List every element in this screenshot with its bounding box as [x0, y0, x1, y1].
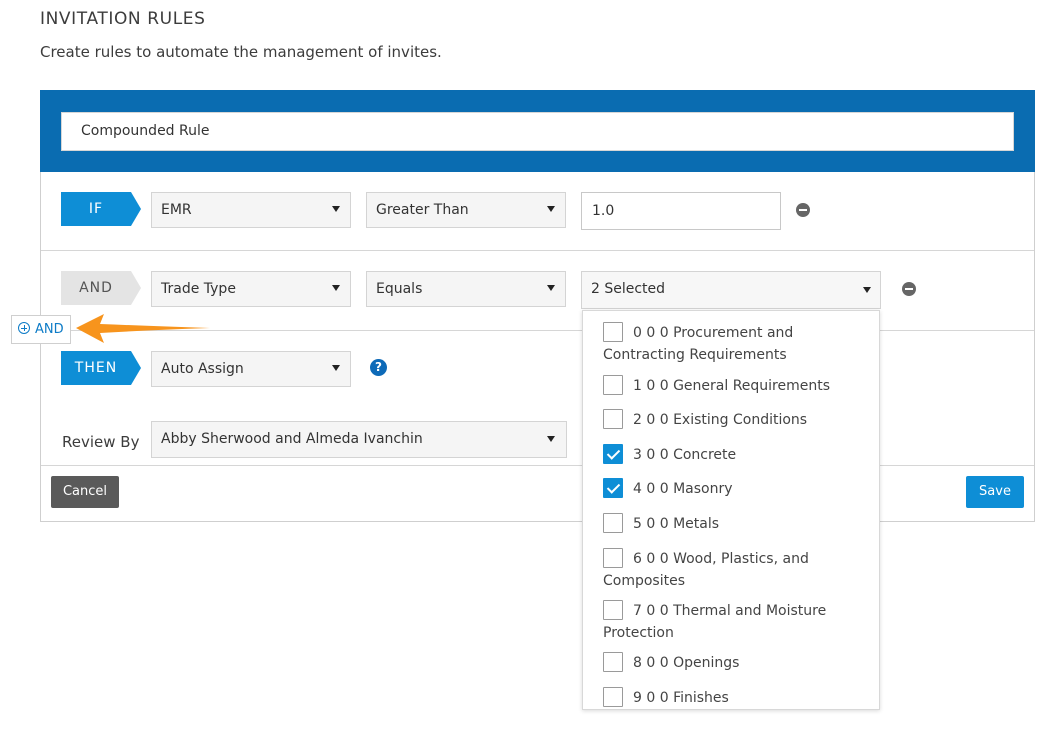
remove-condition-icon[interactable]: [796, 203, 810, 217]
dropdown-option[interactable]: 8 0 0 Openings: [603, 652, 858, 674]
checkbox-9[interactable]: [603, 687, 623, 707]
checkbox-3[interactable]: [603, 444, 623, 464]
remove-condition-icon[interactable]: [902, 282, 916, 296]
annotation-arrow-icon: [76, 314, 210, 343]
if-tag-pointer: [131, 192, 141, 226]
then-action-value: Auto Assign: [161, 361, 244, 377]
if-field-value: EMR: [161, 202, 192, 218]
caret-down-icon: [332, 365, 340, 371]
if-value-input[interactable]: 1.0: [581, 192, 781, 230]
dropdown-option[interactable]: 7 0 0 Thermal and Moisture Protection: [603, 600, 858, 644]
if-operator-select[interactable]: Greater Than: [366, 192, 566, 228]
option-label: 3 0 0 Concrete: [633, 447, 737, 463]
add-and-button[interactable]: AND: [11, 315, 71, 344]
option-label: 1 0 0 General Requirements: [633, 378, 831, 394]
then-action-select[interactable]: Auto Assign: [151, 351, 351, 387]
option-label: 5 0 0 Metals: [633, 516, 720, 532]
caret-down-icon: [547, 206, 555, 212]
trade-type-multiselect[interactable]: 2 Selected: [581, 271, 881, 309]
caret-down-icon: [332, 206, 340, 212]
and-operator-select[interactable]: Equals: [366, 271, 566, 307]
caret-down-icon: [863, 287, 871, 293]
checkbox-0[interactable]: [603, 322, 623, 342]
and-tag: AND: [61, 271, 131, 305]
and-field-value: Trade Type: [161, 281, 236, 297]
option-label: 6 0 0 Wood, Plastics, and Composites: [603, 551, 809, 589]
and-tag-pointer: [131, 271, 141, 305]
row-divider: [41, 250, 1034, 251]
and-field-select[interactable]: Trade Type: [151, 271, 351, 307]
and-operator-value: Equals: [376, 281, 423, 297]
option-label: 9 0 0 Finishes: [633, 690, 729, 706]
save-button[interactable]: Save: [966, 476, 1024, 508]
then-tag-pointer: [131, 351, 141, 385]
caret-down-icon: [547, 285, 555, 291]
checkbox-1[interactable]: [603, 375, 623, 395]
caret-down-icon: [547, 436, 555, 442]
dropdown-option[interactable]: 1 0 0 General Requirements: [603, 375, 858, 397]
dropdown-option[interactable]: 4 0 0 Masonry: [603, 478, 858, 500]
then-tag: THEN: [61, 351, 131, 385]
review-by-value: Abby Sherwood and Almeda Ivanchin: [161, 431, 423, 447]
dropdown-option[interactable]: 5 0 0 Metals: [603, 513, 858, 535]
cancel-button[interactable]: Cancel: [51, 476, 119, 508]
option-label: 2 0 0 Existing Conditions: [633, 412, 808, 428]
dropdown-option[interactable]: 3 0 0 Concrete: [603, 444, 858, 466]
dropdown-option[interactable]: 2 0 0 Existing Conditions: [603, 409, 858, 431]
if-tag: IF: [61, 192, 131, 226]
if-operator-value: Greater Than: [376, 202, 469, 218]
plus-circle-icon: [18, 322, 30, 334]
caret-down-icon: [332, 285, 340, 291]
option-label: 8 0 0 Openings: [633, 655, 740, 671]
checkbox-8[interactable]: [603, 652, 623, 672]
checkbox-4[interactable]: [603, 478, 623, 498]
option-label: 7 0 0 Thermal and Moisture Protection: [603, 603, 827, 641]
page-title: INVITATION RULES: [40, 9, 206, 29]
rule-name-input[interactable]: Compounded Rule: [61, 112, 1014, 151]
footer-divider: [41, 465, 1034, 466]
add-and-label: AND: [35, 322, 64, 337]
dropdown-option[interactable]: 9 0 0 Finishes: [603, 687, 858, 709]
if-field-select[interactable]: EMR: [151, 192, 351, 228]
page-subtitle: Create rules to automate the management …: [40, 43, 442, 61]
dropdown-option[interactable]: 0 0 0 Procurement and Contracting Requir…: [603, 322, 858, 366]
checkbox-2[interactable]: [603, 409, 623, 429]
checkbox-7[interactable]: [603, 600, 623, 620]
help-icon[interactable]: ?: [370, 359, 387, 376]
trade-type-dropdown: 0 0 0 Procurement and Contracting Requir…: [582, 310, 880, 710]
multiselect-value: 2 Selected: [591, 281, 666, 297]
option-label: 0 0 0 Procurement and Contracting Requir…: [603, 325, 794, 363]
checkbox-6[interactable]: [603, 548, 623, 568]
checkbox-5[interactable]: [603, 513, 623, 533]
review-by-label: Review By: [62, 433, 140, 451]
option-label: 4 0 0 Masonry: [633, 481, 733, 497]
dropdown-option[interactable]: 6 0 0 Wood, Plastics, and Composites: [603, 548, 858, 592]
review-by-select[interactable]: Abby Sherwood and Almeda Ivanchin: [151, 421, 567, 458]
